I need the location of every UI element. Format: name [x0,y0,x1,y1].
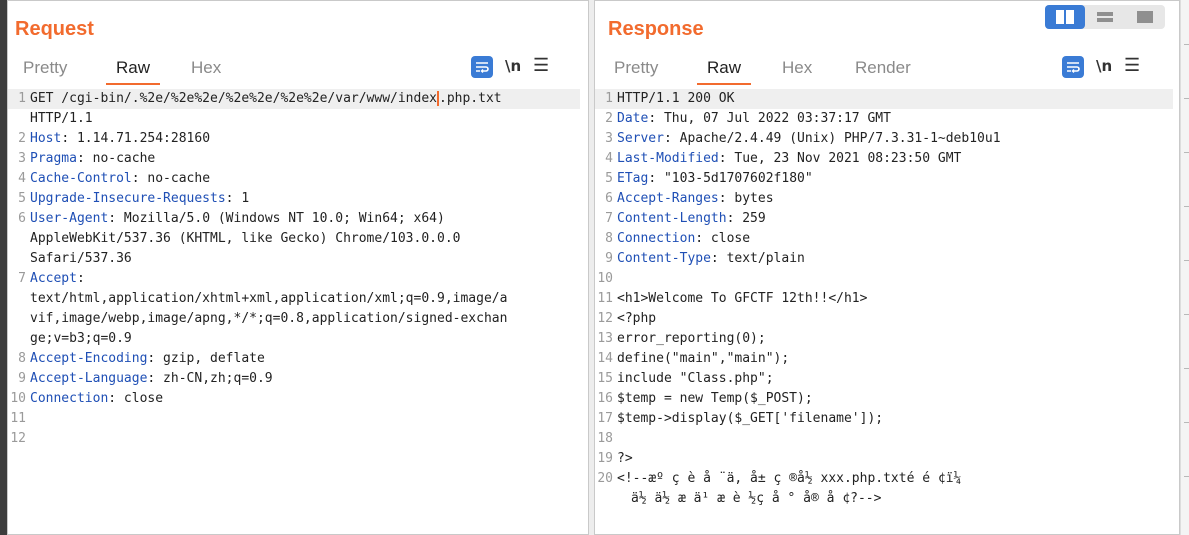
response-line: 17 $temp->display($_GET['filename']); [597,411,884,426]
response-line: 18 [597,431,613,446]
single-layout-icon[interactable] [1125,5,1165,29]
request-line: 6 User-Agent: Mozilla/5.0 (Windows NT 10.… [18,211,445,226]
request-line: ge;v=b3;q=0.9 [30,331,132,346]
response-line: 10 [597,271,613,286]
response-line: 12 <?php [597,311,657,326]
response-line: 7 Content-Length: 259 [605,211,766,226]
menu-icon[interactable]: ☰ [533,55,549,76]
response-line: 2 Date: Thu, 07 Jul 2022 03:37:17 GMT [605,111,891,126]
request-line: 10 Connection: close [10,391,164,406]
newline-toggle-icon[interactable]: \n [505,57,521,75]
word-wrap-icon[interactable] [471,56,493,78]
response-line: 1 HTTP/1.1 200 OK [595,89,1173,109]
request-line: 12 [10,431,26,446]
request-line: Safari/537.36 [30,251,132,266]
response-line: 20 <!--æº ç è å ¨ä, å± ç ®å½ xxx.php.txté… [597,471,962,486]
response-line: 15 include "Class.php"; [597,371,774,386]
active-tab-underline [697,83,752,85]
word-wrap-icon[interactable] [1062,56,1084,78]
request-line: AppleWebKit/537.36 (KHTML, like Gecko) C… [30,231,461,246]
response-line: 19 ?> [597,451,633,466]
response-tab-raw[interactable]: Raw [697,58,752,85]
request-line: 9 Accept-Language: zh-CN,zh;q=0.9 [18,371,273,386]
request-tab-raw[interactable]: Raw [106,58,161,85]
request-title: Request [15,18,94,40]
response-line: 14 define("main","main"); [597,351,790,366]
response-line: 8 Connection: close [605,231,751,246]
request-editor[interactable]: 1 GET /cgi-bin/.%2e/%2e%2e/%2e%2e/%2e%2e/… [8,89,580,449]
request-pane: Request Pretty Raw Hex \n ☰ 1 GET /cgi-bi… [7,0,589,535]
request-line: 2 Host: 1.14.71.254:28160 [18,131,211,146]
response-line: 13 error_reporting(0); [597,331,766,346]
response-line: 5 ETag: "103-5d1707602f180" [605,171,813,186]
stacked-layout-icon[interactable] [1085,5,1125,29]
request-tab-hex[interactable]: Hex [191,58,221,78]
request-line: 5 Upgrade-Insecure-Requests: 1 [18,191,250,206]
response-tab-hex[interactable]: Hex [782,58,812,78]
left-window-edge [0,0,7,535]
request-line: text/html,application/xhtml+xml,applicat… [30,291,508,306]
newline-toggle-icon[interactable]: \n [1096,57,1112,75]
response-line: ä½ ä½ æ ä¹ æ è ½ç å ° å® å ¢?--> [631,491,882,506]
response-line: 16 $temp = new Temp($_POST); [597,391,813,406]
request-line: 1 GET /cgi-bin/.%2e/%2e%2e/%2e%2e/%2e%2e/… [8,89,580,109]
right-scrollbar[interactable] [1180,0,1189,535]
active-tab-underline [106,83,161,85]
request-line: 4 Cache-Control: no-cache [18,171,211,186]
side-by-side-layout-icon[interactable] [1045,5,1085,29]
request-tab-pretty[interactable]: Pretty [23,58,67,78]
response-line: 4 Last-Modified: Tue, 23 Nov 2021 08:23:5… [605,151,962,166]
response-line: 9 Content-Type: text/plain [605,251,805,266]
request-line: HTTP/1.1 [30,111,93,126]
response-line: 6 Accept-Ranges: bytes [605,191,774,206]
response-tab-render[interactable]: Render [855,58,911,78]
response-line: 3 Server: Apache/2.4.49 (Unix) PHP/7.3.31… [605,131,1001,146]
response-editor[interactable]: 1 HTTP/1.1 200 OK 2 Date: Thu, 07 Jul 2022… [595,89,1173,509]
request-line: 7 Accept: [18,271,85,286]
response-line: 11 <h1>Welcome To GFCTF 12th!!</h1> [597,291,868,306]
request-line: 3 Pragma: no-cache [18,151,156,166]
menu-icon[interactable]: ☰ [1124,55,1140,76]
response-pane: Response Pretty Raw Hex Render \n ☰ 1 HTT… [594,0,1180,535]
layout-switcher [1045,5,1165,29]
request-line: 8 Accept-Encoding: gzip, deflate [18,351,265,366]
request-line: vif,image/webp,image/apng,*/*;q=0.8,appl… [30,311,508,326]
request-line: 11 [10,411,26,426]
response-tab-pretty[interactable]: Pretty [614,58,658,78]
response-title: Response [608,18,704,40]
